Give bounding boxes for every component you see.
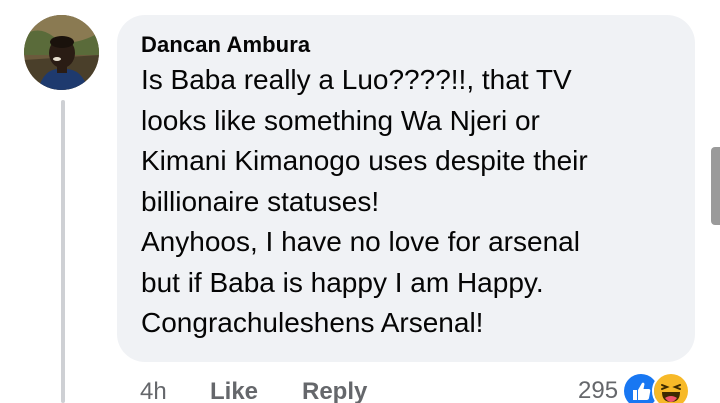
comment-line: Is Baba really a Luo????!!, that TV	[141, 64, 572, 95]
comment-line: billionaire statuses!	[141, 185, 380, 217]
comment-bubble: Dancan Ambura Is Baba really a Luo????!!…	[117, 15, 695, 362]
reaction-count: 295	[578, 377, 619, 403]
comment-line: Anyhoos, I have no love for arsenal	[141, 226, 580, 257]
profile-photo	[24, 15, 99, 90]
avatar[interactable]	[24, 15, 99, 90]
comment-line: Kimani Kimanogo uses despite their	[141, 145, 588, 176]
reply-thread-line	[61, 100, 65, 403]
comment-line: Congrachuleshens Arsenal!	[141, 307, 484, 338]
like-button[interactable]: Like	[210, 378, 302, 403]
reply-button[interactable]: Reply	[302, 378, 367, 403]
comment-line: but if Baba is happy I am Happy.	[141, 266, 544, 298]
comment-text: Is Baba really a Luo????!!, that TV look…	[141, 60, 695, 344]
scrollbar-thumb[interactable]	[711, 147, 720, 225]
haha-icon	[652, 372, 691, 403]
comment-timestamp[interactable]: 4h	[140, 378, 210, 403]
reactions-summary[interactable]: 295	[578, 371, 691, 403]
comment-view: Dancan Ambura Is Baba really a Luo????!!…	[0, 0, 720, 403]
comment-line: looks like something Wa Njeri or	[141, 104, 540, 136]
comment-actions: 4h Like Reply	[140, 372, 367, 403]
comment-author[interactable]: Dancan Ambura	[141, 31, 695, 59]
